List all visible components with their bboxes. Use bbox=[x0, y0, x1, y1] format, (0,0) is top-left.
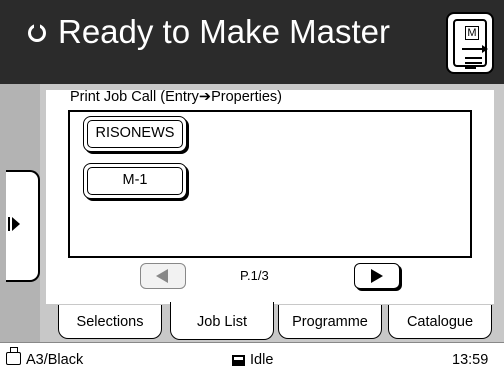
triangle-right-icon bbox=[371, 269, 383, 283]
tab-catalogue[interactable]: Catalogue bbox=[388, 305, 492, 339]
page-indicator: P.1/3 bbox=[240, 268, 269, 283]
job-button-m1[interactable]: M-1 bbox=[83, 163, 187, 199]
header-bar: Ready to Make Master M bbox=[0, 0, 504, 84]
paper-status: A3/Black bbox=[26, 352, 84, 368]
expand-arrow-icon bbox=[12, 217, 20, 231]
triangle-left-icon bbox=[156, 269, 168, 283]
next-page-button[interactable] bbox=[354, 263, 400, 289]
tab-programme[interactable]: Programme bbox=[278, 305, 382, 339]
panel-title: Print Job Call (Entry➔Properties) bbox=[70, 89, 282, 105]
job-button-label: M-1 bbox=[122, 172, 148, 188]
make-master-button[interactable]: M bbox=[446, 12, 494, 74]
printer-icon bbox=[6, 347, 21, 365]
side-expand-button[interactable] bbox=[6, 170, 40, 282]
document-arrow-icon bbox=[462, 45, 488, 69]
machine-state: Idle bbox=[250, 352, 274, 368]
job-button-risonews[interactable]: RISONEWS bbox=[83, 116, 187, 152]
tab-selections[interactable]: Selections bbox=[58, 305, 162, 339]
page-title: Ready to Make Master bbox=[58, 13, 390, 50]
idle-icon bbox=[232, 355, 245, 366]
make-master-icon: M bbox=[453, 19, 488, 69]
clock: 13:59 bbox=[452, 352, 489, 368]
rotate-icon bbox=[28, 22, 46, 42]
status-bar: A3/Black Idle 13:59 bbox=[0, 342, 504, 374]
tab-job-list[interactable]: Job List bbox=[170, 302, 274, 340]
job-button-label: RISONEWS bbox=[95, 125, 175, 141]
master-box-label: M bbox=[465, 26, 479, 40]
expand-arrow-bar bbox=[8, 217, 10, 231]
prev-page-button[interactable] bbox=[140, 263, 186, 289]
